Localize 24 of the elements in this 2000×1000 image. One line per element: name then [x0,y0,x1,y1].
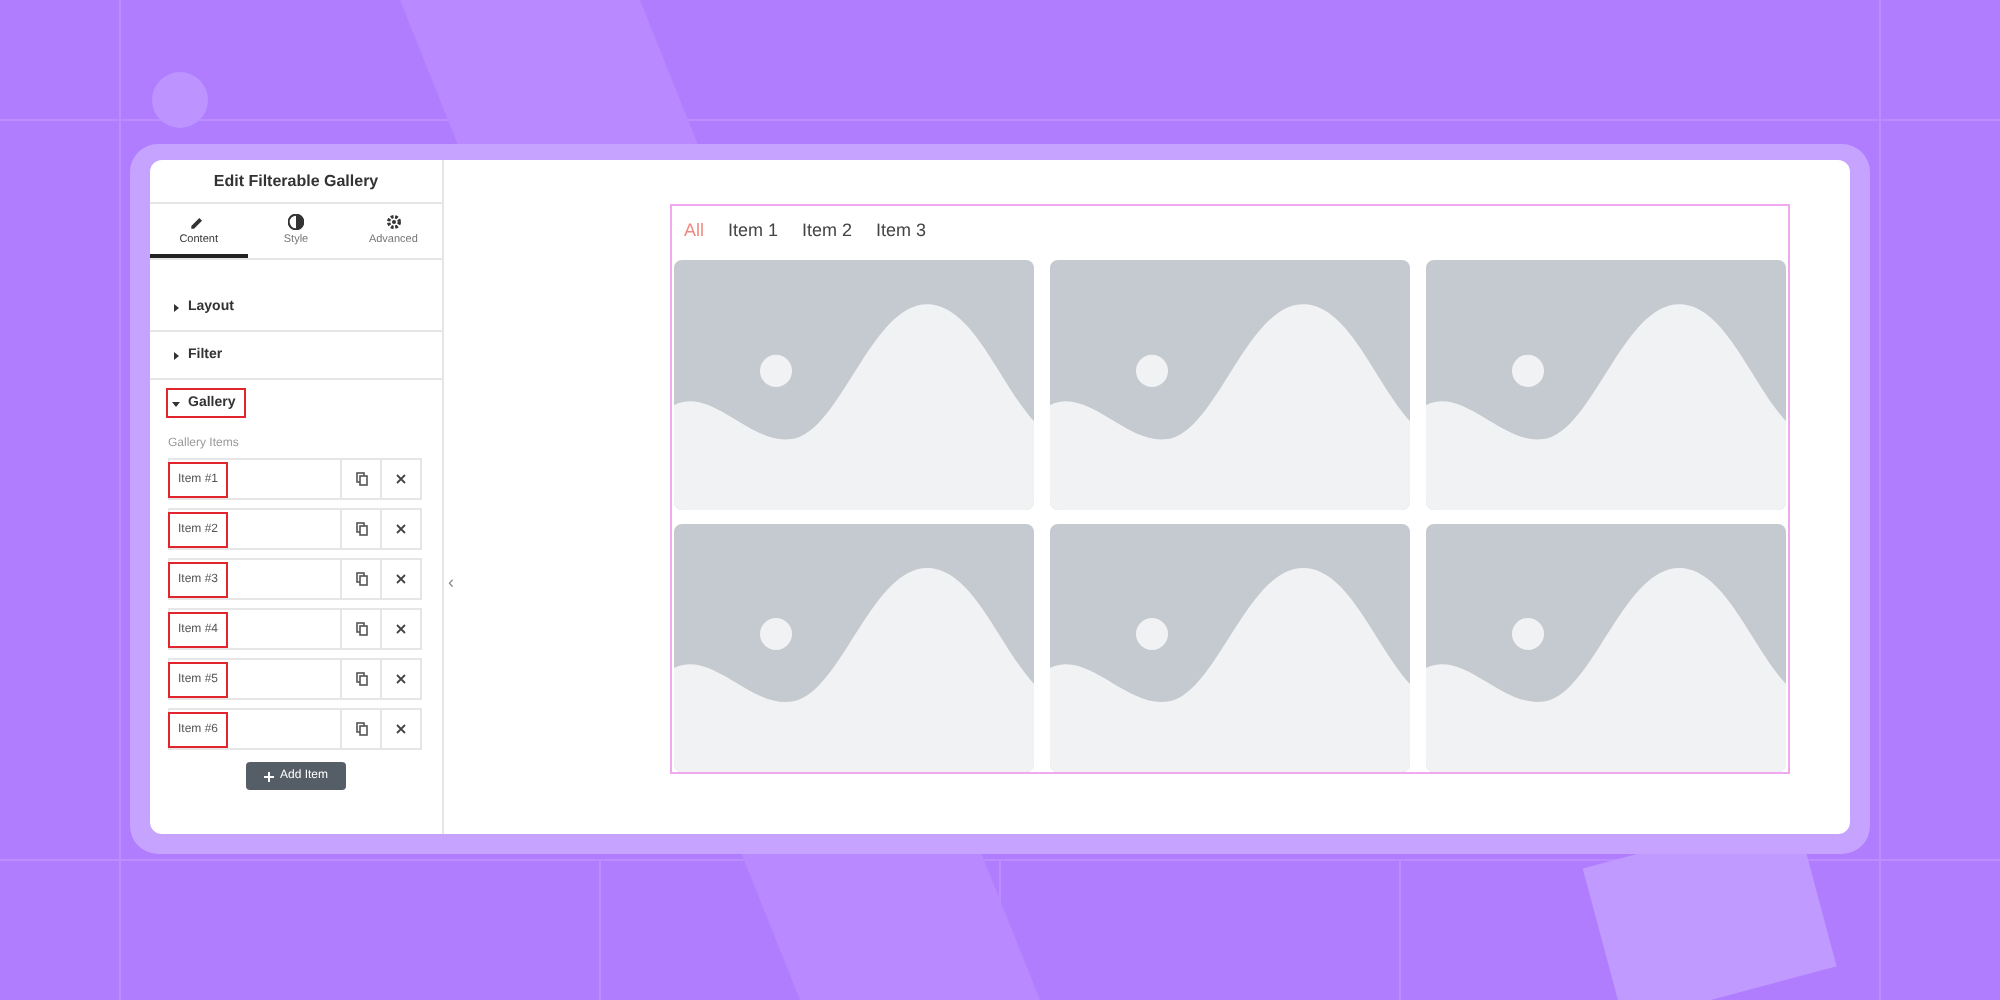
pencil-icon [190,214,207,230]
close-icon[interactable] [396,624,406,634]
duplicate-icon[interactable] [355,722,367,736]
gear-icon [385,214,402,230]
duplicate-icon[interactable] [355,672,367,686]
plus-icon [263,771,274,781]
close-icon[interactable] [396,474,406,484]
duplicate-icon[interactable] [355,522,367,536]
filter-tab[interactable]: Item 3 [876,219,927,239]
close-icon[interactable] [396,524,406,534]
caret-icon [172,351,180,359]
panel-title: Edit Filterable Gallery [150,160,442,204]
duplicate-icon[interactable] [355,622,367,636]
caret-icon [172,399,180,407]
contrast-icon [288,214,304,230]
close-icon[interactable] [396,574,406,584]
filter-tab[interactable]: Item 1 [728,219,779,239]
duplicate-icon[interactable] [355,472,367,486]
close-icon[interactable] [396,674,406,684]
close-icon[interactable] [396,724,406,734]
filter-tab[interactable]: Item 2 [802,219,853,239]
collapse-handle[interactable]: ‹ [444,570,458,596]
duplicate-icon[interactable] [355,572,367,586]
caret-icon [172,303,180,311]
